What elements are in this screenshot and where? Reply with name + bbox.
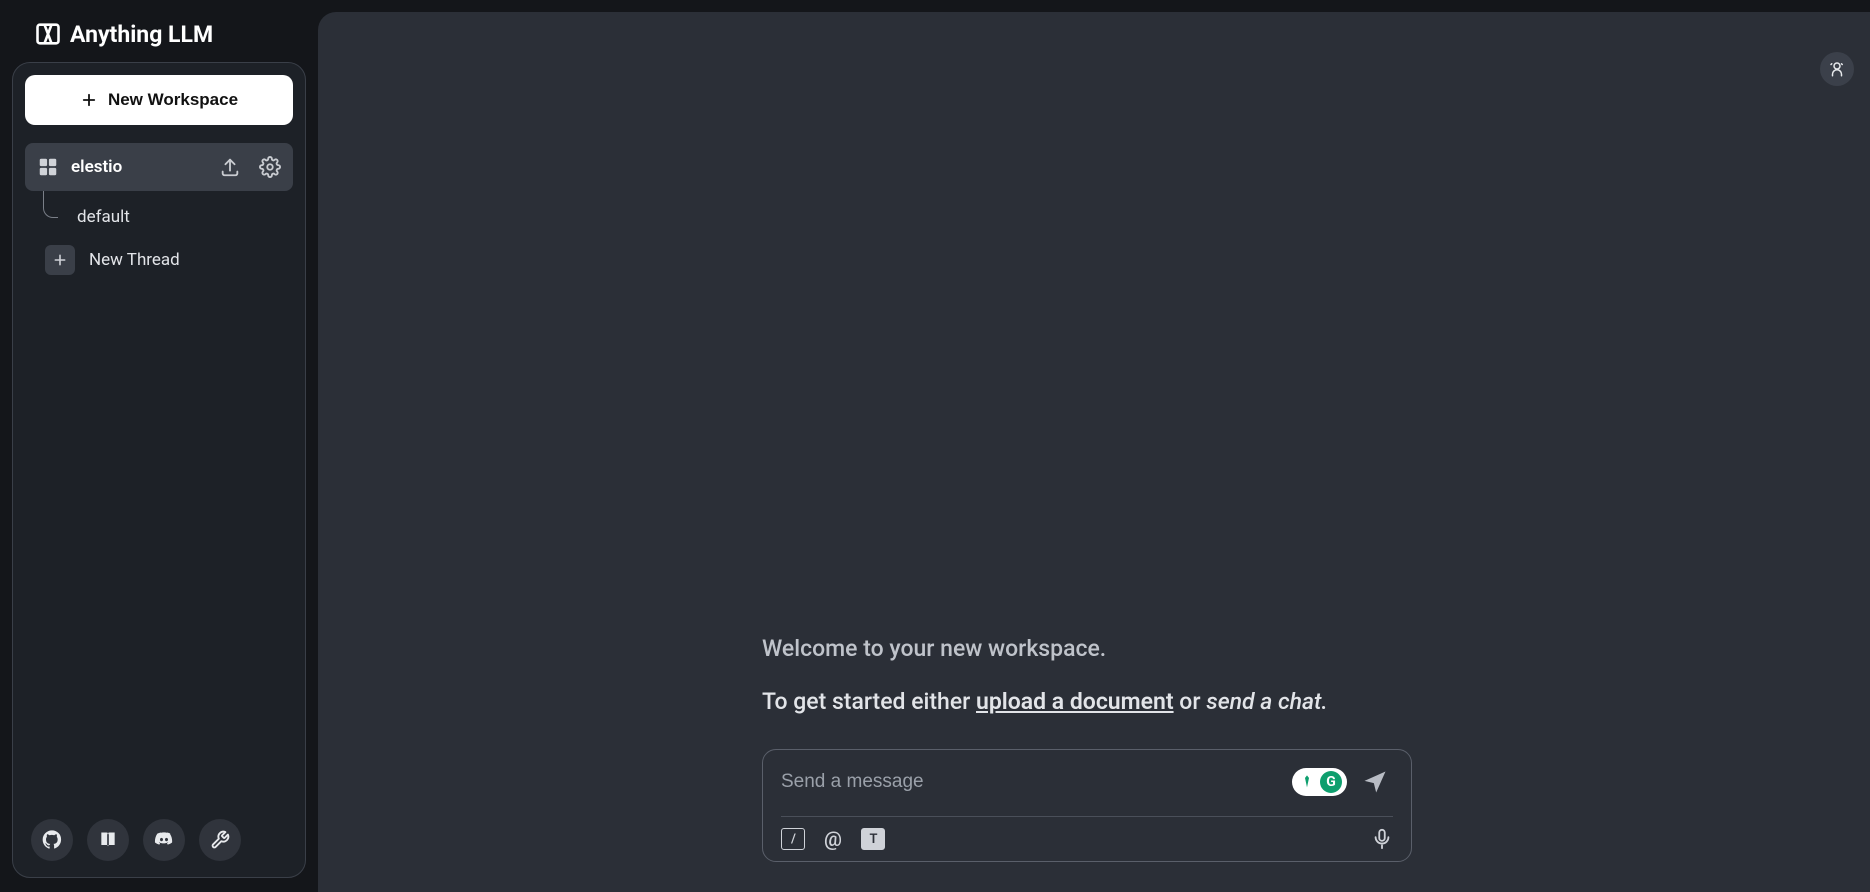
github-icon[interactable] <box>31 819 73 861</box>
composer: G / @ <box>762 749 1412 862</box>
message-input[interactable] <box>781 771 1282 793</box>
workspace-item[interactable]: elestio <box>25 143 293 191</box>
upload-document-link[interactable]: upload a document <box>976 688 1174 715</box>
plus-icon <box>80 91 98 109</box>
app-brand: Anything LLM <box>12 14 306 62</box>
thread-label: default <box>77 207 130 227</box>
welcome-em: send a chat. <box>1206 688 1327 715</box>
grammarly-g-icon: G <box>1320 771 1342 793</box>
settings-icon[interactable] <box>199 819 241 861</box>
sidebar-panel: New Workspace elestio default <box>12 62 306 878</box>
brand-title: Anything LLM <box>70 21 213 48</box>
sidebar-footer-actions <box>25 813 293 865</box>
new-workspace-label: New Workspace <box>108 90 238 110</box>
tree-branch-icon <box>39 205 63 229</box>
upload-icon[interactable] <box>219 156 241 178</box>
send-button[interactable] <box>1357 764 1393 800</box>
welcome-or: or <box>1174 688 1207 715</box>
discord-icon[interactable] <box>143 819 185 861</box>
plus-square-icon <box>45 245 75 275</box>
new-workspace-button[interactable]: New Workspace <box>25 75 293 125</box>
microphone-button[interactable] <box>1371 828 1393 850</box>
mention-button[interactable]: @ <box>821 827 845 851</box>
docs-icon[interactable] <box>87 819 129 861</box>
gear-icon[interactable] <box>259 156 281 178</box>
thread-item-default[interactable]: default <box>33 197 293 237</box>
grammarly-badge[interactable]: G <box>1292 768 1347 796</box>
text-size-button[interactable]: T <box>861 827 885 851</box>
grid-icon <box>37 156 59 178</box>
diamond-icon <box>1297 772 1317 792</box>
agent-fab[interactable] <box>1820 52 1854 86</box>
slash-command-button[interactable]: / <box>781 827 805 851</box>
welcome-prefix: To get started either <box>762 688 976 715</box>
workspace-name: elestio <box>71 157 201 177</box>
welcome-subheading: To get started either upload a document … <box>762 688 1412 715</box>
welcome-heading: Welcome to your new workspace. <box>762 635 1412 662</box>
brand-logo-icon <box>34 20 62 48</box>
new-thread-label: New Thread <box>89 250 180 270</box>
new-thread-button[interactable]: New Thread <box>33 237 293 283</box>
chat-panel: Welcome to your new workspace. To get st… <box>318 12 1870 892</box>
